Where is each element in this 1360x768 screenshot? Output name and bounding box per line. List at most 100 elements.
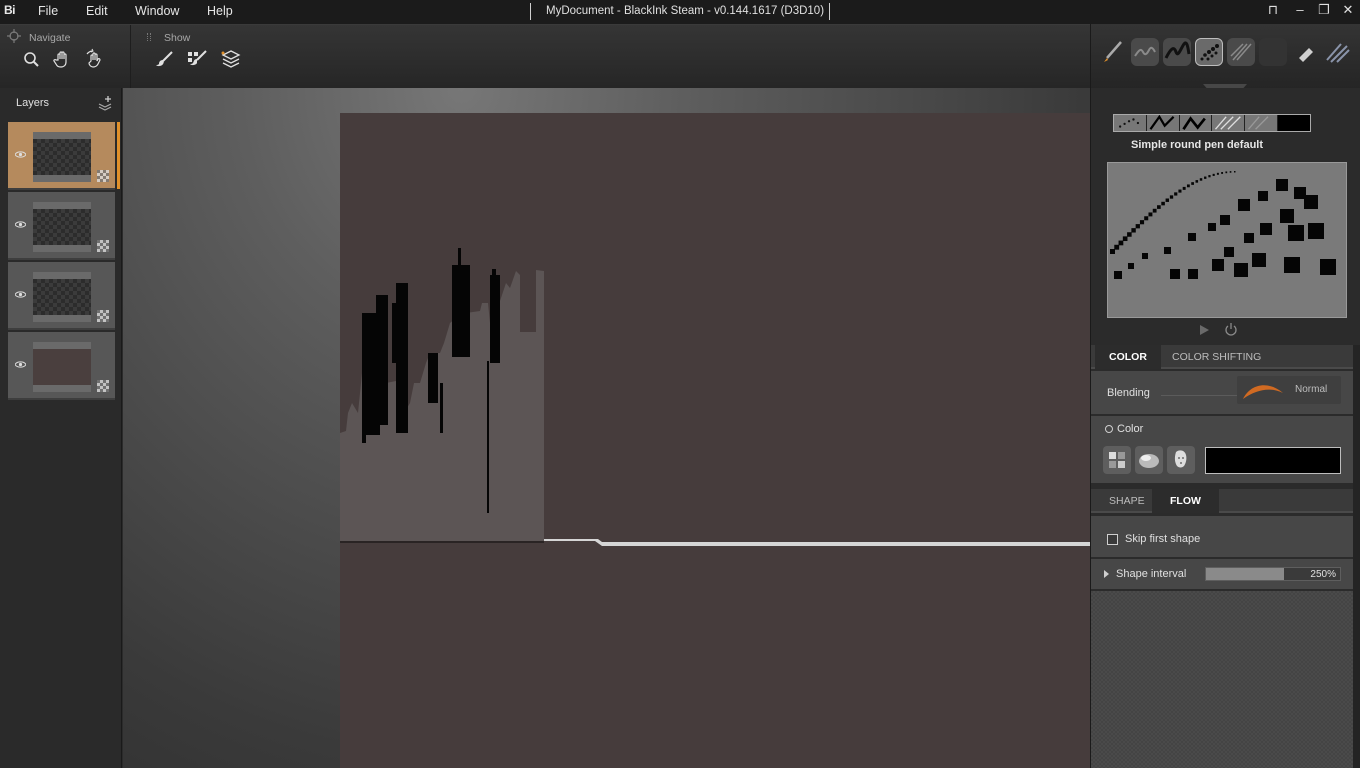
panel-scrollbar[interactable]: [1353, 345, 1360, 768]
tab-shape[interactable]: SHAPE: [1095, 489, 1159, 513]
shape-interval-slider[interactable]: 250%: [1205, 567, 1341, 581]
preview-mark: [1122, 236, 1128, 242]
rotate-hand-icon[interactable]: [84, 48, 106, 70]
preview-mark: [1142, 253, 1148, 259]
zoom-icon[interactable]: [20, 48, 42, 70]
preview-mark: [1288, 225, 1304, 241]
visibility-eye-icon[interactable]: [15, 290, 26, 299]
white-line: [544, 539, 1090, 546]
minimize-icon[interactable]: –: [1292, 2, 1308, 20]
brush-swatch-strip[interactable]: [1113, 114, 1311, 132]
swatch-dots[interactable]: [1114, 115, 1147, 131]
layer-item-3[interactable]: [8, 262, 115, 330]
power-icon[interactable]: [1224, 322, 1238, 336]
document-canvas[interactable]: [340, 113, 1090, 768]
preview-mark: [1174, 192, 1178, 196]
visibility-eye-icon[interactable]: [15, 360, 26, 369]
color-radio[interactable]: [1105, 425, 1113, 433]
preview-mark: [1128, 263, 1134, 269]
skip-first-shape-label: Skip first shape: [1125, 533, 1201, 545]
preview-mark: [1165, 198, 1170, 202]
scribble-brush-icon[interactable]: [1131, 38, 1159, 66]
preview-mark: [1127, 232, 1132, 237]
preview-mark: [1280, 209, 1294, 223]
layer-thumbnail: [33, 272, 91, 322]
show-group: Show: [131, 25, 1090, 89]
close-icon[interactable]: ✕: [1340, 2, 1356, 20]
alpha-lock-icon[interactable]: [97, 170, 109, 182]
grid-brush-icon[interactable]: [186, 48, 208, 70]
preview-mark: [1131, 228, 1136, 233]
shape-interval-value: 250%: [1310, 569, 1336, 580]
preview-mark: [1114, 244, 1120, 250]
dots-brush-icon[interactable]: [1195, 38, 1223, 66]
alpha-lock-icon[interactable]: [97, 240, 109, 252]
tab-flow[interactable]: FLOW: [1152, 489, 1219, 513]
swatch-ink-2[interactable]: [1180, 115, 1213, 131]
canvas-area[interactable]: [123, 88, 1090, 768]
preview-mark: [1224, 247, 1234, 257]
compass-icon: [7, 29, 21, 43]
maximize-icon[interactable]: ❐: [1316, 2, 1332, 20]
sphere-icon[interactable]: [1135, 446, 1163, 474]
layer-item-1[interactable]: [8, 122, 115, 190]
swatch-hatch-light[interactable]: [1212, 115, 1246, 131]
show-label: Show: [164, 32, 191, 44]
menu-window[interactable]: Window: [135, 4, 179, 18]
menu-edit[interactable]: Edit: [86, 4, 108, 18]
preview-mark: [1188, 233, 1196, 241]
expand-arrow-icon[interactable]: [1104, 570, 1109, 578]
shape-interval-label: Shape interval: [1116, 568, 1187, 580]
title-separator-left: [530, 3, 531, 20]
swatch-hatch-grey[interactable]: [1245, 115, 1279, 131]
play-icon[interactable]: [1197, 323, 1211, 337]
restore-layout-icon[interactable]: ⊓: [1265, 2, 1281, 20]
preview-mark: [1208, 175, 1211, 178]
visibility-eye-icon[interactable]: [15, 150, 26, 159]
layer-thumbnail: [33, 132, 91, 182]
layers-panel: Layers: [0, 88, 122, 768]
layers-stack-icon[interactable]: [220, 48, 242, 70]
eraser-brush-icon[interactable]: [1291, 38, 1319, 66]
swatch-solid[interactable]: [1278, 115, 1310, 131]
grip-icon: [147, 33, 151, 41]
preview-mark: [1320, 259, 1336, 275]
skip-first-shape-checkbox[interactable]: [1107, 534, 1118, 545]
add-layer-icon[interactable]: [96, 94, 114, 112]
shape-interval-fill: [1206, 568, 1284, 580]
empty-brush-icon[interactable]: [1259, 38, 1287, 66]
ink-brush-icon[interactable]: [1163, 38, 1191, 66]
alpha-lock-icon[interactable]: [97, 380, 109, 392]
preview-mark: [1182, 186, 1186, 190]
swatch-ink[interactable]: [1147, 114, 1180, 131]
preview-mark: [1114, 271, 1122, 279]
menu-help[interactable]: Help: [207, 4, 233, 18]
title-separator-right: [829, 3, 830, 20]
layer-item-4[interactable]: [8, 332, 115, 400]
menu-file[interactable]: File: [38, 4, 58, 18]
preview-mark: [1234, 263, 1248, 277]
strokes-brush-icon[interactable]: [1323, 38, 1351, 66]
blending-value: Normal: [1295, 384, 1328, 395]
hatch-brush-icon[interactable]: [1227, 38, 1255, 66]
preview-mark: [1164, 247, 1171, 254]
palette-icon[interactable]: [1103, 446, 1131, 474]
face-icon[interactable]: [1167, 446, 1195, 474]
layers-title: Layers: [16, 97, 50, 109]
preview-mark: [1148, 212, 1153, 217]
tab-color[interactable]: COLOR: [1095, 345, 1161, 369]
layer-thumbnail: [33, 342, 91, 392]
visibility-eye-icon[interactable]: [15, 220, 26, 229]
shelf: [340, 541, 544, 543]
preview-mark: [1308, 223, 1324, 239]
color-swatch[interactable]: [1205, 447, 1341, 474]
layer-item-2[interactable]: [8, 192, 115, 260]
skip-first-shape-row: Skip first shape: [1091, 516, 1353, 557]
brush-show-icon[interactable]: [154, 48, 176, 70]
pen-brush-icon[interactable]: [1099, 38, 1127, 66]
tab-color-shifting[interactable]: COLOR SHIFTING: [1158, 345, 1275, 369]
alpha-lock-icon[interactable]: [97, 310, 109, 322]
preview-mark: [1212, 173, 1215, 176]
preview-mark: [1195, 180, 1199, 183]
pan-hand-icon[interactable]: [52, 48, 74, 70]
